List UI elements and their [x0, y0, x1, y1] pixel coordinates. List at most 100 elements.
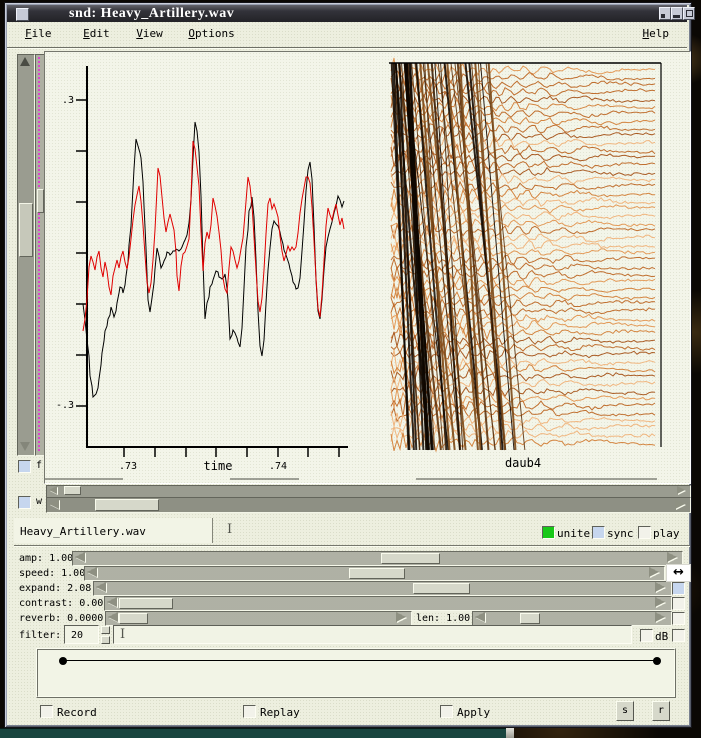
menu-options[interactable]: Options — [188, 22, 234, 46]
menubar: File Edit View Options Help — [7, 22, 687, 48]
contrast-slider[interactable] — [104, 596, 672, 611]
maximize-button[interactable] — [671, 7, 683, 20]
revert-controls-button[interactable]: r — [652, 701, 670, 721]
scroll-up-icon[interactable] — [20, 57, 30, 66]
expand-slider[interactable] — [93, 581, 672, 596]
position-scrollbar-thumb[interactable] — [64, 486, 81, 495]
reverb-decrease-icon[interactable] — [108, 612, 118, 622]
amp-slider-thumb[interactable] — [381, 553, 440, 564]
speed-slider-thumb[interactable] — [349, 568, 405, 579]
menu-file[interactable]: File — [25, 22, 52, 46]
window-menu-button[interactable] — [16, 8, 29, 21]
zoom-scrollbar-thumb[interactable] — [37, 189, 44, 213]
sound-name-tab[interactable]: Heavy_Artillery.wav — [14, 518, 213, 543]
scroll-left-icon[interactable] — [49, 486, 57, 494]
maximize-icon — [673, 15, 680, 18]
separator-highlight — [14, 546, 690, 547]
speed-increase-icon[interactable] — [649, 567, 659, 577]
amp-slider[interactable] — [72, 551, 683, 566]
speed-decrease-icon[interactable] — [87, 567, 97, 577]
reverb-checkbox[interactable] — [672, 612, 685, 625]
time-axis-title: time — [190, 459, 246, 473]
resize-cursor-icon: ↔ — [666, 564, 691, 582]
filter-envelope-editor[interactable] — [36, 648, 676, 698]
save-controls-button[interactable]: s — [616, 701, 634, 721]
sync-checkbox[interactable] — [592, 526, 605, 539]
record-checkbox[interactable] — [40, 705, 53, 718]
expand-increase-icon[interactable] — [655, 582, 665, 592]
replay-label: Replay — [260, 706, 300, 719]
y-axis-max-label: .3 — [52, 95, 74, 106]
filter-envelope-field[interactable]: I — [113, 625, 632, 644]
zoom-h-scrollbar[interactable] — [46, 497, 691, 513]
text-cursor-icon: I — [227, 522, 232, 537]
titlebar[interactable]: snd: Heavy_Artillery.wav — [7, 5, 687, 22]
reverb-increase-icon[interactable] — [396, 612, 406, 622]
speed-slider[interactable] — [84, 566, 665, 581]
x-tick-label-074: .74 — [260, 461, 296, 472]
play-checkbox[interactable] — [638, 526, 651, 539]
reverb-slider-thumb[interactable] — [119, 613, 148, 624]
scroll-right-icon[interactable] — [677, 486, 685, 494]
filter-spinner-down[interactable] — [101, 636, 110, 644]
reverb-label: reverb: 0.0000 — [19, 613, 103, 624]
contrast-checkbox[interactable] — [672, 597, 685, 610]
filter-checkbox[interactable] — [672, 629, 685, 642]
waveform-and-wavelet-plot[interactable] — [44, 51, 689, 482]
vertical-scrollbar-thumb[interactable] — [19, 203, 33, 257]
envelope-canvas[interactable] — [37, 649, 675, 697]
reverb-scale-slider[interactable] — [105, 611, 412, 626]
sound-filename: Heavy_Artillery.wav — [20, 525, 146, 538]
zoom-right-icon[interactable] — [675, 499, 685, 509]
len-increase-icon[interactable] — [655, 612, 665, 622]
reverb-len-label: len: 1.00 — [416, 613, 470, 624]
len-slider-thumb[interactable] — [520, 613, 540, 624]
play-label: play — [653, 527, 680, 540]
wave-checkbox[interactable] — [18, 496, 31, 509]
filter-spinner-up[interactable] — [101, 626, 110, 634]
close-button[interactable] — [683, 7, 695, 20]
amp-increase-icon[interactable] — [667, 552, 677, 562]
replay-checkbox[interactable] — [243, 705, 256, 718]
fft-checkbox[interactable] — [18, 460, 31, 473]
vertical-scrollbar[interactable] — [17, 54, 35, 456]
x-tick-label-073: .73 — [110, 461, 146, 472]
amp-decrease-icon[interactable] — [75, 552, 85, 562]
unite-checkbox[interactable] — [542, 526, 555, 539]
expand-slider-thumb[interactable] — [413, 583, 470, 594]
contrast-decrease-icon[interactable] — [107, 597, 117, 607]
contrast-increase-icon[interactable] — [655, 597, 665, 607]
expand-checkbox[interactable] — [672, 582, 685, 595]
envelope-line — [63, 660, 657, 661]
filter-order-value: 20 — [71, 630, 83, 641]
minimize-button[interactable] — [659, 7, 671, 20]
speed-label: speed: 1.00 — [19, 568, 85, 579]
len-decrease-icon[interactable] — [475, 612, 485, 622]
menu-view[interactable]: View — [136, 22, 163, 46]
desktop-background-window — [0, 728, 506, 738]
desktop: snd: Heavy_Artillery.wav File Edit View … — [0, 0, 701, 738]
menu-help[interactable]: Help — [643, 22, 670, 46]
filter-label: filter: — [19, 630, 61, 641]
text-cursor-icon: I — [120, 627, 125, 642]
contrast-slider-thumb[interactable] — [119, 598, 173, 609]
reverb-len-slider[interactable] — [472, 611, 672, 626]
zoom-h-scrollbar-thumb[interactable] — [95, 499, 159, 511]
apply-checkbox[interactable] — [440, 705, 453, 718]
filter-db-label: dB — [655, 630, 668, 643]
wave-checkbox-label: w — [36, 496, 42, 507]
close-icon — [686, 10, 693, 17]
menu-edit[interactable]: Edit — [83, 22, 110, 46]
zoom-left-icon[interactable] — [49, 499, 59, 509]
expand-decrease-icon[interactable] — [96, 582, 106, 592]
envelope-point-end[interactable] — [653, 657, 661, 665]
scroll-down-icon[interactable] — [20, 442, 30, 451]
y-axis-min-label: -.3 — [46, 400, 74, 411]
fft-checkbox-label: f — [36, 460, 42, 471]
record-label: Record — [57, 706, 97, 719]
window-title: snd: Heavy_Artillery.wav — [69, 6, 234, 22]
filter-order-field[interactable]: 20 — [64, 625, 99, 644]
minimize-icon — [661, 14, 665, 18]
envelope-point-start[interactable] — [59, 657, 67, 665]
filter-db-checkbox[interactable] — [640, 629, 653, 642]
